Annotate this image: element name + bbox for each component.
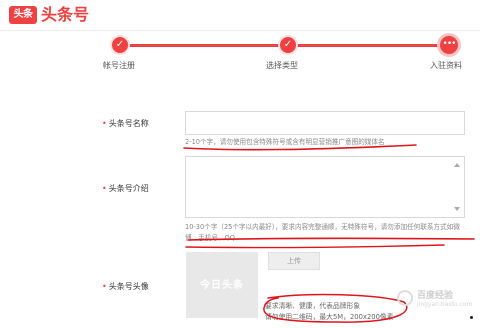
step-2-check-icon: ✓ [278, 35, 298, 55]
intro-field-label: • 头条号介绍 [102, 184, 149, 193]
upload-button[interactable]: 上传 [268, 252, 320, 270]
intro-textarea[interactable] [185, 156, 465, 218]
name-field-label: • 头条号名称 [102, 119, 149, 128]
registration-progress: ✓ 帐号注册 ✓ 选择类型 ••• 入驻资料 [0, 30, 480, 80]
annotation-underline-intro [185, 237, 475, 249]
watermark: 百度经验 jingyan.baidu.com [395, 286, 475, 316]
step-2-label: 选择类型 [266, 61, 298, 70]
brand-logo-text[interactable]: 头条号 [41, 3, 89, 27]
stray-dot [470, 316, 473, 319]
name-input[interactable] [185, 111, 465, 135]
brand-logo-badge[interactable]: 头条 [9, 6, 37, 24]
annotation-circle-requirements [263, 293, 408, 323]
step-3-ellipsis-icon: ••• [437, 33, 461, 57]
scroll-up-arrow-icon[interactable] [454, 163, 460, 167]
required-mark: • [102, 184, 107, 193]
annotation-underline-name [183, 144, 417, 151]
top-header: 头条 头条号 [0, 0, 480, 31]
watermark-title: 百度经验 [417, 291, 454, 301]
step-1-label: 帐号注册 [103, 61, 135, 70]
avatar-placeholder: 今日头条 [186, 252, 258, 318]
avatar-field-label: • 头条号头像 [102, 282, 149, 291]
step-3-label: 入驻资料 [430, 61, 462, 70]
paw-icon [397, 290, 413, 306]
step-1-check-icon: ✓ [110, 35, 130, 55]
required-mark: • [102, 282, 107, 291]
avatar-placeholder-text: 今日头条 [200, 280, 244, 291]
scroll-down-arrow-icon[interactable] [454, 207, 460, 211]
required-mark: • [102, 119, 107, 128]
watermark-subtitle: jingyan.baidu.com [417, 301, 473, 308]
